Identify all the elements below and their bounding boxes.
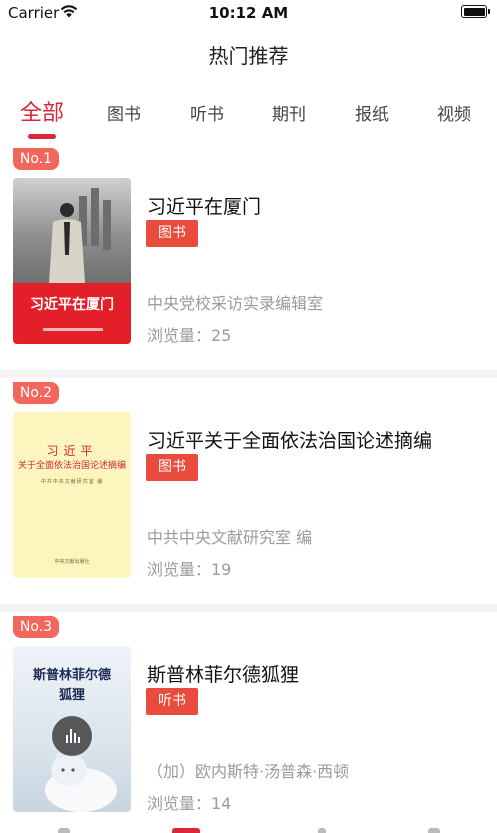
tab-periodicals[interactable]: 期刊 <box>272 100 306 125</box>
audio-play-icon[interactable] <box>52 716 92 756</box>
tabbar-profile-icon[interactable] <box>428 828 440 833</box>
book-title[interactable]: 习近平关于全面依法治国论述摘编 <box>147 426 432 453</box>
list-item[interactable]: No.1 习近平在厦门 习近平在厦门 图书 中央党校采访实录编辑室 浏览量：25 <box>0 144 497 370</box>
view-count: 浏览量：14 <box>147 794 232 813</box>
book-cover[interactable]: 习近平 关于全面依法治国论述摘编 中共中央文献研究室 编 中央文献出版社 <box>13 412 131 578</box>
rank-badge: No.3 <box>13 616 59 638</box>
tabbar-home-icon[interactable] <box>58 828 70 833</box>
rank-badge: No.1 <box>13 148 59 170</box>
list-item[interactable]: No.2 习近平 关于全面依法治国论述摘编 中共中央文献研究室 编 中央文献出版… <box>0 378 497 604</box>
view-count: 浏览量：25 <box>147 326 232 345</box>
book-author: （加）欧内斯特·汤普森·西顿 <box>147 762 350 781</box>
cover-publisher: 中央文献出版社 <box>54 559 90 565</box>
tab-newspapers[interactable]: 报纸 <box>355 100 389 125</box>
cover-editor: 中共中央文献研究室 编 <box>40 479 104 485</box>
book-author: 中央党校采访实录编辑室 <box>147 294 324 313</box>
bottom-tab-bar <box>0 826 497 833</box>
cover-title: 习近平 <box>46 444 98 458</box>
type-tag: 听书 <box>146 688 198 715</box>
book-title[interactable]: 斯普林菲尔德狐狸 <box>147 660 299 687</box>
tab-videos[interactable]: 视频 <box>437 100 471 125</box>
type-tag: 图书 <box>146 220 198 247</box>
book-author: 中共中央文献研究室 编 <box>147 528 313 547</box>
rank-badge: No.2 <box>13 382 59 404</box>
cover-portrait <box>49 203 85 283</box>
book-title[interactable]: 习近平在厦门 <box>147 192 261 219</box>
cover-title-line: 狐狸 <box>58 688 85 703</box>
cover-photo <box>13 178 131 283</box>
cover-building <box>91 188 99 246</box>
active-tab-indicator <box>28 134 56 139</box>
status-bar: Carrier 10:12 AM <box>0 0 497 26</box>
cover-publisher-mark <box>43 328 103 331</box>
tab-books[interactable]: 图书 <box>107 100 141 125</box>
type-tag: 图书 <box>146 454 198 481</box>
tabbar-recommend-icon[interactable] <box>172 828 200 833</box>
cover-building <box>103 200 111 250</box>
tab-all[interactable]: 全部 <box>20 95 64 127</box>
category-tabs: 全部 图书 听书 期刊 报纸 视频 <box>0 82 497 144</box>
book-cover[interactable]: 斯普林菲尔德 狐狸 <box>13 646 131 812</box>
list-item[interactable]: No.3 斯普林菲尔德 狐狸 斯普林菲尔德狐狸 听书 （加）欧内斯特·汤普森·西… <box>0 612 497 833</box>
cover-subtitle: 关于全面依法治国论述摘编 <box>17 461 126 471</box>
nav-bar: 热门推荐 <box>0 26 497 82</box>
battery-icon <box>461 5 490 18</box>
tab-audiobooks[interactable]: 听书 <box>190 100 224 125</box>
cover-title-line: 斯普林菲尔德 <box>32 668 111 683</box>
tabbar-discover-icon[interactable] <box>318 828 326 833</box>
clock: 10:12 AM <box>208 4 289 22</box>
cover-title: 习近平在厦门 <box>30 297 114 313</box>
book-cover[interactable]: 习近平在厦门 <box>13 178 131 344</box>
view-count: 浏览量：19 <box>147 560 232 579</box>
cover-title: 斯普林菲尔德 狐狸 <box>13 666 131 706</box>
page-title: 热门推荐 <box>208 44 289 68</box>
